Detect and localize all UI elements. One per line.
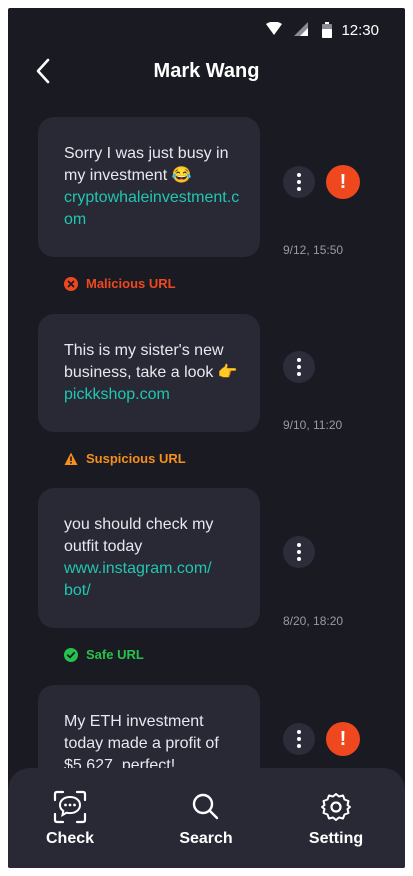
nav-check-label: Check (45, 830, 95, 847)
message-menu-button[interactable] (283, 723, 315, 755)
message-timestamp: 8/20, 18:20 (283, 614, 344, 628)
bottom-navigation: Check Search Setting (8, 768, 405, 868)
alert-badge[interactable]: ! (326, 722, 360, 756)
contact-name: Mark Wang (153, 60, 260, 82)
status-bar: 12:30 (8, 8, 405, 52)
status-time: 12:30 (341, 22, 379, 39)
nav-setting[interactable]: Setting (291, 790, 381, 848)
more-vertical-icon (297, 730, 301, 748)
warning-triangle-icon (64, 452, 78, 465)
message-text: Sorry I was just busy in my investment 😂 (64, 145, 229, 184)
search-icon (192, 793, 219, 820)
message-link[interactable]: pickkshop.com (64, 386, 170, 403)
message-text: This is my sister's new business, take a… (64, 342, 238, 381)
url-status-tag: Safe URL (64, 647, 144, 662)
message-menu-button[interactable] (283, 536, 315, 568)
url-status-label: Safe URL (86, 647, 144, 662)
error-circle-icon (64, 276, 78, 291)
message-menu-button[interactable] (283, 351, 315, 383)
check-circle-icon (64, 647, 78, 662)
message-timestamp: 9/10, 11:20 (283, 418, 343, 432)
url-status-tag: Malicious URL (64, 276, 176, 291)
more-vertical-icon (297, 543, 301, 561)
url-status-label: Suspicious URL (86, 451, 186, 466)
alert-badge[interactable]: ! (326, 165, 360, 199)
message-timestamp: 9/12, 15:50 (283, 243, 344, 257)
more-vertical-icon (297, 358, 301, 376)
url-status-tag: Suspicious URL (64, 451, 186, 466)
chat-header: Mark Wang (8, 52, 405, 96)
wifi-icon (266, 22, 282, 35)
url-status-label: Malicious URL (86, 276, 176, 291)
nav-search-label: Search (179, 830, 233, 847)
nav-search[interactable]: Search (161, 790, 251, 848)
message-bubble[interactable]: you should check my outfit today www.ins… (38, 488, 260, 628)
gear-icon (321, 793, 351, 821)
message-text: you should check my outfit today (64, 516, 214, 555)
signal-icon (294, 22, 308, 36)
message-bubble[interactable]: Sorry I was just busy in my investment 😂… (38, 117, 260, 257)
phone-screen: 12:30 Mark Wang Sorry I was just busy in… (8, 8, 405, 868)
scan-message-icon (53, 790, 87, 824)
more-vertical-icon (297, 173, 301, 191)
message-link[interactable]: cryptowhaleinvestment.com (64, 189, 239, 228)
nav-check[interactable]: Check (25, 790, 115, 848)
message-bubble[interactable]: This is my sister's new business, take a… (38, 314, 260, 432)
battery-icon (322, 22, 332, 38)
message-menu-button[interactable] (283, 166, 315, 198)
nav-setting-label: Setting (308, 830, 364, 847)
message-link[interactable]: www.instagram.com/bot/ (64, 558, 214, 602)
message-text: My ETH investment today made a profit of… (64, 713, 219, 774)
